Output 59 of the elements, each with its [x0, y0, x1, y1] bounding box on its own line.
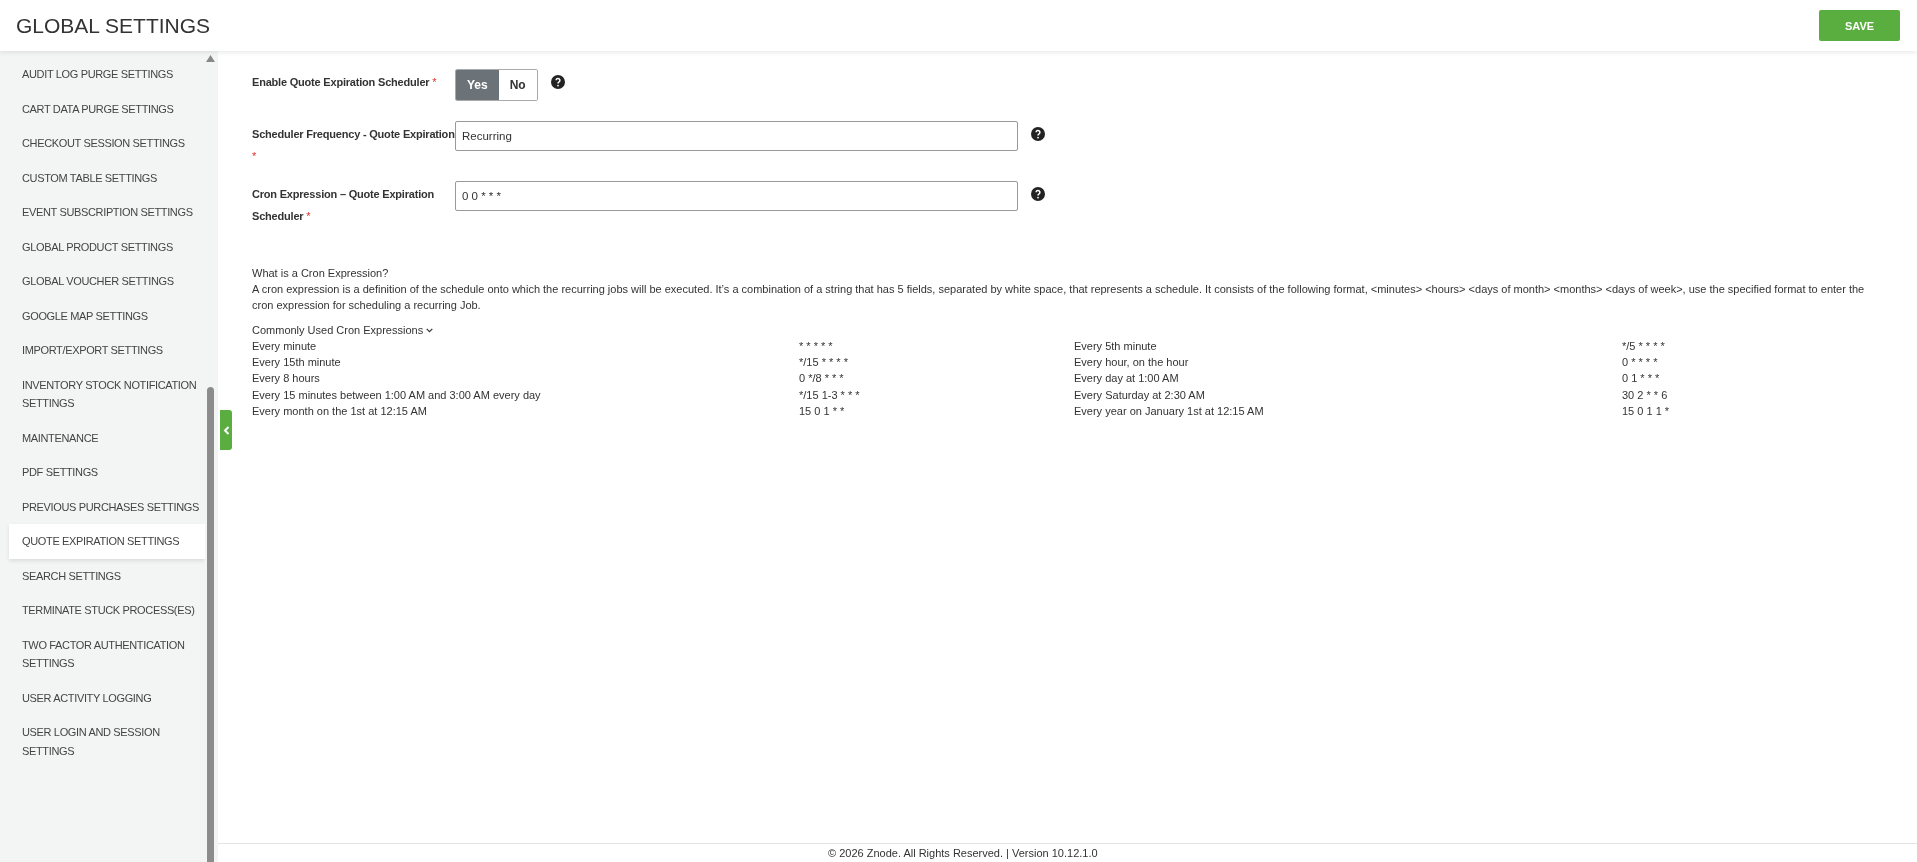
sidebar-item[interactable]: GLOBAL PRODUCT SETTINGS: [0, 229, 205, 264]
sidebar-item[interactable]: MAINTENANCE: [0, 420, 205, 455]
toggle-option[interactable]: Yes: [456, 70, 499, 100]
sidebar-item[interactable]: USER ACTIVITY LOGGING: [0, 680, 205, 715]
help-title: What is a Cron Expression?: [252, 266, 390, 281]
text-field[interactable]: Recurring: [455, 121, 1018, 151]
help-paragraph: A cron expression is a definition of the schedule onto which the recurring jobs will be executed. It’s a combination of a string that has 5 fields, separated by white space, that represents a schedule. It consists of the following format, <minutes> <hours> <days of month> <months> <days of week>, use the specified format to enter the cron expression for scheduling a recurring Job.: [252, 282, 1866, 313]
cron-expression: 0 * * * *: [1622, 355, 1659, 371]
expression-description: Every 15th minute: [252, 355, 342, 371]
help-icon[interactable]: [550, 75, 565, 89]
sidebar-item[interactable]: PREVIOUS PURCHASES SETTINGS: [0, 489, 205, 524]
chevron-left-icon: [222, 425, 230, 435]
sidebar-item[interactable]: GLOBAL VOUCHER SETTINGS: [0, 264, 205, 299]
sidebar-item[interactable]: GOOGLE MAP SETTINGS: [0, 298, 205, 333]
expression-description: Every year on January 1st at 12:15 AM: [1074, 403, 1265, 419]
sidebar-item[interactable]: AUDIT LOG PURGE SETTINGS: [0, 57, 205, 92]
sidebar-item[interactable]: CART DATA PURGE SETTINGS: [0, 91, 205, 126]
footer-text: © 2026 Znode. All Rights Reserved. | Version 10.12.1.0: [218, 843, 1917, 862]
chevron-down-icon: [426, 327, 434, 333]
expression-description: Every 15 minutes between 1:00 AM and 3:00 AM every day: [252, 387, 542, 403]
expression-description: Every 8 hours: [252, 371, 321, 387]
field-label: Cron Expression – Quote Expiration Scheduler *: [252, 187, 436, 224]
cron-expression: * * * * *: [799, 339, 834, 354]
scrollbar[interactable]: [205, 51, 215, 862]
sidebar-item[interactable]: QUOTE EXPIRATION SETTINGS: [9, 524, 205, 559]
cron-expression: 0 1 * * *: [1622, 371, 1661, 387]
cron-expression: */5 * * * *: [1622, 339, 1666, 354]
expand-link[interactable]: Commonly Used Cron Expressions: [252, 324, 434, 336]
sidebar-item[interactable]: INVENTORY STOCK NOTIFICATION SETTINGS: [0, 367, 205, 421]
expression-description: Every day at 1:00 AM: [1074, 371, 1180, 387]
cron-expression: 0 */8 * * *: [799, 371, 845, 387]
sidebar-item[interactable]: CUSTOM TABLE SETTINGS: [0, 160, 205, 195]
expression-description: Every Saturday at 2:30 AM: [1074, 387, 1206, 403]
text-field[interactable]: 0 0 * * *: [455, 181, 1018, 211]
cron-expression: 30 2 * * 6: [1622, 387, 1669, 403]
help-icon[interactable]: [1031, 127, 1045, 141]
sidebar-item[interactable]: IMPORT/EXPORT SETTINGS: [0, 333, 205, 368]
expression-description: Every hour, on the hour: [1074, 355, 1190, 371]
field-label: Scheduler Frequency - Quote Expiration *: [252, 127, 455, 164]
cron-expression: */15 1-3 * * *: [799, 387, 861, 403]
sidebar-item[interactable]: PDF SETTINGS: [0, 455, 205, 490]
scrollbar-thumb[interactable]: [206, 387, 214, 862]
expression-description: Every month on the 1st at 12:15 AM: [252, 403, 428, 419]
cron-expression: 15 0 1 * *: [799, 403, 846, 419]
expression-description: Every minute: [252, 339, 318, 354]
sidebar-item[interactable]: USER LOGIN AND SESSION SETTINGS: [0, 715, 205, 768]
cron-expression: 15 0 1 1 *: [1622, 403, 1671, 419]
expression-description: Every 5th minute: [1074, 339, 1158, 354]
sidebar-item[interactable]: SEARCH SETTINGS: [0, 558, 205, 593]
sidebar-item[interactable]: TERMINATE STUCK PROCESS(ES): [0, 593, 205, 628]
sidebar-item[interactable]: TWO FACTOR AUTHENTICATION SETTINGS: [0, 627, 205, 681]
help-icon[interactable]: [1031, 187, 1045, 201]
cron-expression: */15 * * * *: [799, 355, 849, 371]
collapse-button[interactable]: [220, 410, 232, 450]
field-label: Enable Quote Expiration Scheduler *: [252, 75, 438, 90]
page-title: GLOBAL SETTINGS: [16, 13, 211, 38]
sidebar-item[interactable]: EVENT SUBSCRIPTION SETTINGS: [0, 195, 205, 230]
sidebar-item[interactable]: CHECKOUT SESSION SETTINGS: [0, 126, 205, 161]
scroll-up-icon[interactable]: [205, 55, 215, 62]
